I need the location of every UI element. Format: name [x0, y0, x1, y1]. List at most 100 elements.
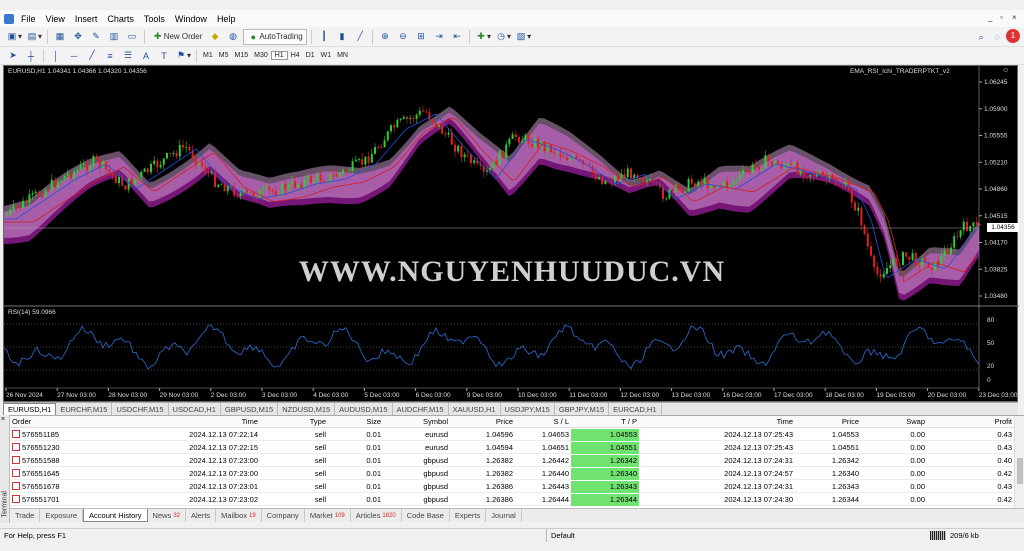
terminal-tab-mailbox[interactable]: Mailbox 19	[216, 509, 262, 522]
terminal-tab-account-history[interactable]: Account History	[83, 509, 148, 522]
menu-file[interactable]: File	[16, 14, 41, 24]
chart-tab[interactable]: NZDUSD,M15	[278, 403, 336, 415]
terminal-button[interactable]: ▥	[106, 29, 122, 45]
timeframe-h1[interactable]: H1	[270, 51, 288, 60]
chart-tab[interactable]: EURCHF,M15	[56, 403, 113, 415]
table-row[interactable]: 576551678 2024.12.13 07:23:01 sell 0.01 gbpu…	[10, 481, 1014, 493]
col-sl[interactable]: S / L	[515, 416, 571, 428]
navigator-button[interactable]: ✎	[88, 29, 104, 45]
line-chart-button[interactable]: ╱	[352, 29, 368, 45]
terminal-tab-news[interactable]: News 32	[148, 509, 186, 522]
terminal-tab-market[interactable]: Market 109	[305, 509, 351, 522]
tester-button[interactable]: ▭	[124, 29, 140, 45]
scroll-thumb[interactable]	[1017, 458, 1023, 484]
menu-insert[interactable]: Insert	[70, 14, 103, 24]
col-close-price[interactable]: Price	[795, 416, 861, 428]
zoom-out-button[interactable]: ⊖	[395, 29, 411, 45]
chart-tab[interactable]: GBPJPY,M15	[555, 403, 610, 415]
col-type[interactable]: Type	[260, 416, 328, 428]
table-row[interactable]: 576551230 2024.12.13 07:22:15 sell 0.01 euru…	[10, 442, 1014, 454]
arrows-button[interactable]: ⚑ ▾	[174, 48, 192, 64]
notification-badge[interactable]: 1	[1006, 29, 1020, 43]
terminal-tab-articles[interactable]: Articles 1820	[351, 509, 402, 522]
chart-shift-button[interactable]: ⇤	[449, 29, 465, 45]
terminal-tab-trade[interactable]: Trade	[10, 509, 41, 522]
chart-tab[interactable]: EURUSD,H1	[3, 403, 57, 415]
chart-tab[interactable]: USDJPY,M15	[501, 403, 555, 415]
restore-icon[interactable]: ▫	[1000, 13, 1003, 22]
col-profit[interactable]: Profit	[927, 416, 1014, 428]
col-symbol[interactable]: Symbol	[383, 416, 450, 428]
auto-scroll-button[interactable]: ⇥	[431, 29, 447, 45]
menu-view[interactable]: View	[41, 14, 70, 24]
timeframe-m5[interactable]: M5	[216, 52, 232, 59]
new-chart-button[interactable]: ▣ ▾	[5, 29, 23, 45]
chart-tab[interactable]: USDCAD,H1	[169, 403, 221, 415]
terminal-tab-code-base[interactable]: Code Base	[402, 509, 450, 522]
terminal-scrollbar[interactable]	[1014, 416, 1024, 508]
timeframe-mn[interactable]: MN	[334, 52, 351, 59]
terminal-tab-alerts[interactable]: Alerts	[186, 509, 217, 522]
terminal-side-label[interactable]: × Terminal	[0, 415, 10, 523]
search-button[interactable]: ⌕	[973, 29, 989, 45]
timeframe-m30[interactable]: M30	[251, 52, 271, 59]
chart-window[interactable]: 1.06245 1.05900 1.05555 1.05210 1.04860 1.045…	[3, 65, 1019, 403]
cursor-button[interactable]: ➤	[5, 48, 21, 64]
chart-tab[interactable]: GBPUSD,M15	[221, 403, 279, 415]
col-tp[interactable]: T / P	[571, 416, 639, 428]
timeframe-m1[interactable]: M1	[200, 52, 216, 59]
data-window-button[interactable]: ✥	[70, 29, 86, 45]
terminal-tab-experts[interactable]: Experts	[450, 509, 487, 522]
templates-button[interactable]: ▧ ▾	[514, 29, 532, 45]
chart-tab[interactable]: XAUUSD,H1	[449, 403, 501, 415]
col-size[interactable]: Size	[328, 416, 383, 428]
close-icon[interactable]: ×	[1012, 13, 1017, 22]
menu-help[interactable]: Help	[212, 14, 241, 24]
table-row[interactable]: 576551185 2024.12.13 07:22:14 sell 0.01 euru…	[10, 429, 1014, 441]
minimize-icon[interactable]: _	[988, 13, 992, 22]
profiles-button[interactable]: ▤ ▾	[25, 29, 43, 45]
chat-button[interactable]: ◌	[989, 29, 1005, 45]
timeframe-h4[interactable]: H4	[288, 52, 303, 59]
menu-window[interactable]: Window	[170, 14, 212, 24]
periods-button[interactable]: ◷ ▾	[494, 29, 512, 45]
bar-chart-button[interactable]: ┃	[316, 29, 332, 45]
metaeditor-button[interactable]: ◆	[207, 29, 223, 45]
price-chart[interactable]: 1.06245 1.05900 1.05555 1.05210 1.04860 1.045…	[4, 66, 1019, 403]
indicators-button[interactable]: ✚ ▾	[474, 29, 492, 45]
col-order[interactable]: Order	[10, 416, 65, 428]
candlestick-button[interactable]: ▮	[334, 29, 350, 45]
horizontal-line-button[interactable]: ─	[66, 48, 82, 64]
trendline-button[interactable]: ╱	[84, 48, 100, 64]
table-row[interactable]: 576551645 2024.12.13 07:23:00 sell 0.01 gbpu…	[10, 468, 1014, 480]
table-row[interactable]: 576551588 2024.12.13 07:23:00 sell 0.01 gbpu…	[10, 455, 1014, 467]
signals-button[interactable]: ◍	[225, 29, 241, 45]
auto-trading-button[interactable]: ● AutoTrading	[243, 28, 308, 45]
chart-tab[interactable]: USDCHF,M15	[112, 403, 169, 415]
chart-tab[interactable]: EURCAD,H1	[609, 403, 662, 415]
tile-windows-button[interactable]: ⊞	[413, 29, 429, 45]
channel-button[interactable]: ≡	[102, 48, 118, 64]
text-button[interactable]: A	[138, 48, 154, 64]
terminal-tab-exposure[interactable]: Exposure	[40, 509, 84, 522]
col-swap[interactable]: Swap	[861, 416, 927, 428]
zoom-in-button[interactable]: ⊕	[377, 29, 393, 45]
terminal-tab-company[interactable]: Company	[262, 509, 305, 522]
col-open-price[interactable]: Price	[450, 416, 515, 428]
col-close-time[interactable]: Time	[639, 416, 795, 428]
vertical-line-button[interactable]: │	[48, 48, 64, 64]
timeframe-w1[interactable]: W1	[318, 52, 335, 59]
table-row[interactable]: 576551701 2024.12.13 07:23:02 sell 0.01 gbpu…	[10, 494, 1014, 506]
label-button[interactable]: T	[156, 48, 172, 64]
timeframe-m15[interactable]: M15	[231, 52, 251, 59]
new-order-button[interactable]: ✚ New Order	[149, 29, 205, 45]
fibo-button[interactable]: ☰	[120, 48, 136, 64]
chart-tab[interactable]: AUDCHF,M15	[393, 403, 449, 415]
col-open-time[interactable]: Time	[65, 416, 260, 428]
terminal-tab-journal[interactable]: Journal	[486, 509, 522, 522]
timeframe-d1[interactable]: D1	[303, 52, 318, 59]
chart-tab[interactable]: AUDUSD,M15	[335, 403, 393, 415]
menu-charts[interactable]: Charts	[102, 14, 139, 24]
close-terminal-icon[interactable]: ×	[1, 416, 5, 423]
market-watch-button[interactable]: ▦	[52, 29, 68, 45]
